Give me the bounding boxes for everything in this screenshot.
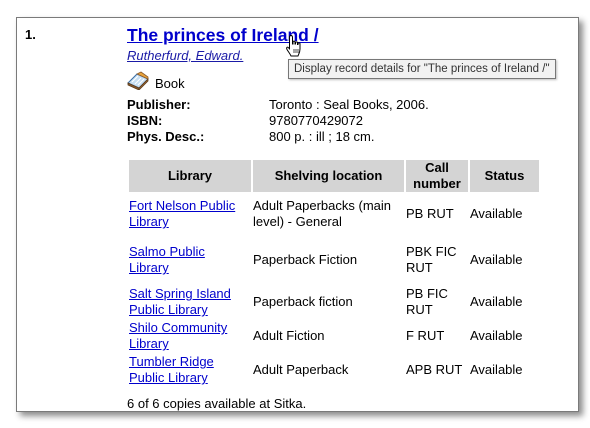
call-number: APB RUT xyxy=(406,362,463,377)
table-row: Fort Nelson Public Library Adult Paperba… xyxy=(129,194,539,234)
status-value: Available xyxy=(470,362,523,377)
phys-desc-value: 800 p. : ill ; 18 cm. xyxy=(269,129,375,144)
status-column-header: Status xyxy=(470,160,539,192)
table-row: Shilo Community Library Adult Fiction F … xyxy=(129,320,539,352)
shelving-location: Paperback fiction xyxy=(253,294,353,309)
copies-summary: 6 of 6 copies available at Sitka. xyxy=(127,396,307,411)
phys-desc-row: Phys. Desc.: 800 p. : ill ; 18 cm. xyxy=(127,129,429,145)
table-row: Salmo Public Library Paperback Fiction P… xyxy=(129,236,539,284)
author-link[interactable]: Rutherfurd, Edward. xyxy=(127,48,243,63)
holdings-header-row: Library Shelving location Call number St… xyxy=(129,160,539,192)
publisher-value: Toronto : Seal Books, 2006. xyxy=(269,97,429,112)
isbn-value: 9780770429072 xyxy=(269,113,363,128)
publisher-row: Publisher: Toronto : Seal Books, 2006. xyxy=(127,97,429,113)
call-number: PBK FIC RUT xyxy=(406,244,457,275)
isbn-row: ISBN: 9780770429072 xyxy=(127,113,429,129)
isbn-label: ISBN: xyxy=(127,113,163,128)
status-value: Available xyxy=(470,294,523,309)
shelving-location: Adult Paperbacks (main level) - General xyxy=(253,198,392,229)
library-link[interactable]: Fort Nelson Public Library xyxy=(129,198,235,229)
record-details: Publisher: Toronto : Seal Books, 2006. I… xyxy=(127,97,429,145)
library-link[interactable]: Salt Spring Island Public Library xyxy=(129,286,231,317)
library-column-header: Library xyxy=(129,160,251,192)
shelving-location: Adult Fiction xyxy=(253,328,325,343)
call-number: F RUT xyxy=(406,328,445,343)
library-link[interactable]: Salmo Public Library xyxy=(129,244,205,275)
publisher-label: Publisher: xyxy=(127,97,191,112)
shelving-location: Adult Paperback xyxy=(253,362,349,377)
book-icon xyxy=(127,70,149,90)
status-value: Available xyxy=(470,252,523,267)
library-link[interactable]: Tumbler Ridge Public Library xyxy=(129,354,214,385)
call-number: PB RUT xyxy=(406,206,454,221)
search-result-record: 1. The princes of Ireland / Rutherfurd, … xyxy=(16,17,579,412)
call-number-column-header: Call number xyxy=(406,160,468,192)
record-title-tooltip: Display record details for "The princes … xyxy=(288,59,556,79)
table-row: Tumbler Ridge Public Library Adult Paper… xyxy=(129,354,539,386)
shelving-location-column-header: Shelving location xyxy=(253,160,404,192)
result-number: 1. xyxy=(25,27,36,42)
format-label: Book xyxy=(155,75,185,91)
shelving-location: Paperback Fiction xyxy=(253,252,358,267)
status-value: Available xyxy=(470,328,523,343)
library-link[interactable]: Shilo Community Library xyxy=(129,320,227,351)
call-number: PB FIC RUT xyxy=(406,286,448,317)
holdings-table: Library Shelving location Call number St… xyxy=(127,158,541,388)
status-value: Available xyxy=(470,206,523,221)
table-row: Salt Spring Island Public Library Paperb… xyxy=(129,286,539,318)
phys-desc-label: Phys. Desc.: xyxy=(127,129,205,144)
format-indicator: Book xyxy=(127,70,185,91)
